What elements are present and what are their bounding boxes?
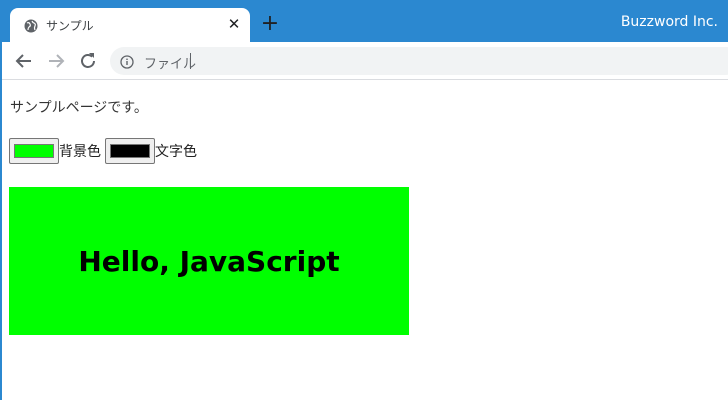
intro-text: サンプルページです。 bbox=[10, 100, 148, 116]
close-icon[interactable]: ✕ bbox=[224, 14, 244, 34]
text-color-label: 文字色 bbox=[155, 144, 197, 160]
tab-sample[interactable]: サンプル ✕ bbox=[10, 8, 250, 42]
background-color-swatch bbox=[14, 144, 54, 158]
background-color-label: 背景色 bbox=[59, 144, 101, 160]
color-controls: 背景色 文字色 bbox=[9, 138, 201, 164]
address-divider bbox=[190, 53, 191, 69]
new-tab-button[interactable]: + bbox=[258, 13, 282, 37]
reload-icon[interactable] bbox=[76, 49, 100, 73]
background-color-picker[interactable] bbox=[9, 138, 59, 164]
hello-text: Hello, JavaScript bbox=[78, 244, 340, 278]
tab-title: サンプル bbox=[46, 19, 94, 33]
forward-arrow-icon[interactable] bbox=[44, 49, 68, 73]
tab-strip: サンプル ✕ + Buzzword Inc. bbox=[2, 0, 728, 42]
address-bar[interactable]: ファイル bbox=[110, 47, 728, 75]
back-arrow-icon[interactable] bbox=[12, 49, 36, 73]
globe-icon bbox=[24, 18, 38, 33]
browser-toolbar: ファイル bbox=[2, 42, 728, 80]
browser-window: サンプル ✕ + Buzzword Inc. ファイル サンプルページです。 背… bbox=[0, 0, 728, 400]
text-color-swatch bbox=[110, 144, 150, 158]
text-color-picker[interactable] bbox=[105, 138, 155, 164]
info-icon[interactable] bbox=[120, 54, 134, 69]
address-text: ファイル bbox=[144, 57, 197, 72]
hello-box: Hello, JavaScript bbox=[9, 187, 409, 335]
page-content: サンプルページです。 背景色 文字色 Hello, JavaScript bbox=[2, 81, 728, 400]
brand-label: Buzzword Inc. bbox=[620, 14, 718, 30]
